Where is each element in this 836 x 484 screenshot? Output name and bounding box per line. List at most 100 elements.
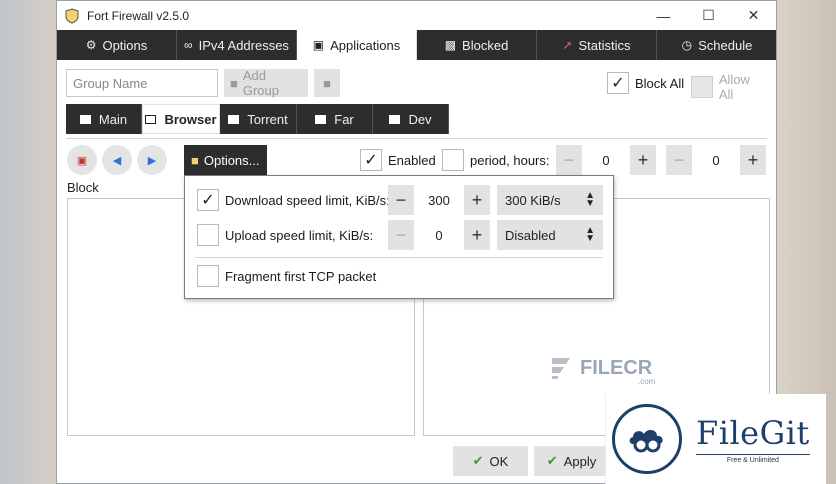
download-value[interactable]: 300 (414, 185, 464, 215)
download-limit-checkbox[interactable]: ✓ (197, 189, 219, 211)
tab-label: Blocked (462, 37, 509, 53)
allow-all-toggle[interactable]: Allow All (691, 72, 767, 102)
group-name-placeholder: Group Name (73, 75, 148, 91)
fragment-label: Fragment first TCP packet (225, 268, 377, 284)
desktop-background-left (0, 0, 60, 484)
period-label: period, hours: (470, 152, 550, 168)
close-button[interactable]: ✕ (731, 1, 776, 30)
window-icon (79, 114, 91, 124)
tab-blocked[interactable]: ▩ Blocked (417, 30, 537, 60)
enabled-label: Enabled (388, 152, 436, 168)
upload-preset-value: Disabled (505, 227, 556, 243)
fragment-checkbox[interactable] (197, 265, 219, 287)
window-icon (145, 114, 157, 124)
tab-label: IPv4 Addresses (198, 37, 289, 53)
allow-all-checkbox[interactable] (691, 76, 713, 98)
options-popup: ✓ Download speed limit, KiB/s: − 300 + 3… (184, 175, 614, 299)
app-toolbar: ▣ ◀ ▶ ■ Options... ✓ Enabled period, hou… (66, 145, 767, 175)
previous-button[interactable]: ◀ (102, 145, 132, 175)
enabled-toggle[interactable]: ✓ Enabled (360, 149, 436, 171)
subtab-far[interactable]: Far (297, 104, 373, 134)
download-decrement[interactable]: − (388, 185, 414, 215)
window-icon (228, 114, 240, 124)
download-limit-label: Download speed limit, KiB/s: (225, 192, 390, 208)
subtab-label: Main (98, 111, 128, 127)
subtab-label: Dev (408, 111, 432, 127)
options-menu-button[interactable]: ■ Options... (184, 145, 267, 175)
period-to-decrement[interactable]: − (666, 145, 692, 175)
add-window-icon: ▣ (76, 154, 88, 167)
upload-limit-row: Upload speed limit, KiB/s: (197, 220, 373, 250)
period-checkbox[interactable] (442, 149, 464, 171)
period-from-increment[interactable]: + (630, 145, 656, 175)
divider (66, 138, 767, 139)
period-to-value[interactable]: 0 (692, 145, 740, 175)
filecr-sub: .com (638, 377, 656, 386)
options-label: Options... (203, 152, 260, 168)
block-all-label: Block All (635, 75, 685, 91)
period-to-increment[interactable]: + (740, 145, 766, 175)
rename-group-button[interactable]: ■ (314, 69, 340, 97)
period-toggle[interactable]: period, hours: (442, 149, 550, 171)
block-all-checkbox[interactable]: ✓ (607, 72, 629, 94)
subtab-torrent[interactable]: Torrent (220, 104, 297, 134)
add-app-button[interactable]: ▣ (67, 145, 97, 175)
tab-options[interactable]: ⚙ Options (57, 30, 177, 60)
upload-preset-select[interactable]: Disabled ▲ ▼ (497, 220, 603, 250)
allow-all-label: Allow All (718, 72, 750, 102)
minimize-button[interactable]: — (641, 1, 686, 30)
tab-statistics[interactable]: ➚ Statistics (537, 30, 657, 60)
main-tabs: ⚙ Options ∞ IPv4 Addresses ▣ Application… (57, 30, 776, 60)
comment-icon: ■ (323, 75, 331, 91)
updown-icon: ▲ ▼ (585, 225, 595, 244)
tab-applications[interactable]: ▣ Applications (297, 30, 417, 60)
ok-button[interactable]: ✔ OK (453, 446, 528, 476)
filecr-watermark: FILECR .com (548, 355, 655, 386)
apply-label: Apply (563, 453, 597, 469)
tab-label: Schedule (698, 37, 753, 53)
popup-divider (195, 257, 603, 258)
cloud-binoculars-icon (629, 430, 663, 453)
apply-button[interactable]: ✔ Apply (534, 446, 609, 476)
upload-value[interactable]: 0 (414, 220, 464, 250)
upload-limit-checkbox[interactable] (197, 224, 219, 246)
period-from-decrement[interactable]: − (556, 145, 582, 175)
upload-limit-label: Upload speed limit, KiB/s: (225, 227, 374, 243)
tab-label: Statistics (578, 37, 631, 53)
block-all-toggle[interactable]: ✓ Block All (607, 72, 684, 94)
download-preset-select[interactable]: 300 KiB/s ▲ ▼ (497, 185, 603, 215)
subtab-main[interactable]: Main (66, 104, 142, 134)
titlebar: Fort Firewall v2.5.0 — ☐ ✕ (57, 1, 776, 30)
tab-label: Applications (330, 37, 401, 53)
period-from-value[interactable]: 0 (582, 145, 630, 175)
upload-increment[interactable]: + (464, 220, 490, 250)
window-icon (389, 114, 401, 124)
filegit-subtitle: Free & Unlimited (696, 454, 810, 464)
subtab-browser[interactable]: Browser (142, 104, 220, 134)
group-name-input[interactable]: Group Name (66, 69, 218, 97)
updown-icon: ▲ ▼ (585, 190, 595, 209)
subtab-dev[interactable]: Dev (373, 104, 449, 134)
tab-label: Options (102, 37, 148, 53)
next-button[interactable]: ▶ (137, 145, 167, 175)
gear-icon: ⚙ (85, 38, 97, 52)
arrow-right-icon: ▶ (147, 154, 157, 167)
ok-label: OK (489, 453, 509, 469)
enabled-checkbox[interactable]: ✓ (360, 149, 382, 171)
filegit-logo-icon (612, 404, 682, 474)
fragment-row: Fragment first TCP packet (197, 261, 376, 291)
add-group-button[interactable]: ■ Add Group (224, 68, 308, 98)
comment-icon: ■ (191, 152, 199, 168)
add-group-label: Add Group (242, 68, 279, 98)
download-increment[interactable]: + (464, 185, 490, 215)
maximize-button[interactable]: ☐ (686, 1, 731, 30)
check-icon: ✔ (472, 453, 484, 468)
filecr-logo-icon (552, 358, 570, 379)
tab-schedule[interactable]: ◷ Schedule (657, 30, 776, 60)
block-label: Block (67, 180, 99, 195)
tab-ipv4-addresses[interactable]: ∞ IPv4 Addresses (177, 30, 297, 60)
comment-icon: ■ (230, 75, 238, 91)
download-preset-value: 300 KiB/s (505, 192, 561, 208)
blocked-icon: ▩ (444, 38, 457, 52)
upload-decrement[interactable]: − (388, 220, 414, 250)
